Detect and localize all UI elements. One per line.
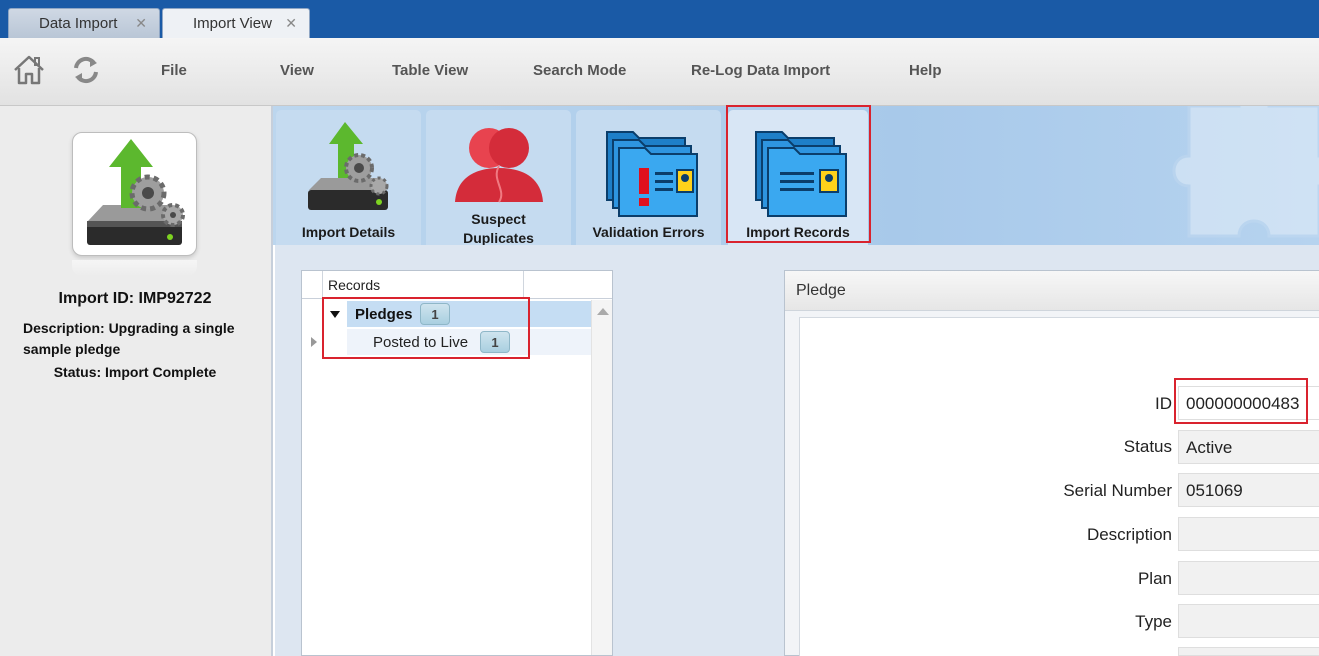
suspect-duplicates-label-line1: Suspect xyxy=(471,211,526,227)
menu-view[interactable]: View xyxy=(280,62,314,79)
field-label-id: ID xyxy=(1155,394,1172,413)
records-header: Records xyxy=(302,271,612,299)
field-label-type: Type xyxy=(1135,612,1172,631)
import-details-button[interactable]: Import Details xyxy=(276,110,421,245)
tab-data-import[interactable]: Data Import ✕ xyxy=(8,8,160,38)
refresh-icon[interactable] xyxy=(68,52,104,88)
records-tree: Records Pledges 1 Posted to Live 1 xyxy=(301,270,613,656)
tab-import-view[interactable]: Import View ✕ xyxy=(162,8,310,38)
import-info-panel: Import ID: IMP92722 Description: Upgradi… xyxy=(0,106,273,656)
pledge-panel-title: Pledge xyxy=(785,271,1319,311)
menu-re-log-data-import[interactable]: Re-Log Data Import xyxy=(691,62,830,79)
tree-row-pledges[interactable]: Pledges 1 xyxy=(347,301,591,327)
row-label: Pledges xyxy=(355,306,413,323)
field-label-status: Status xyxy=(1123,437,1172,456)
expand-arrow-icon[interactable] xyxy=(311,337,317,347)
records-column-header[interactable]: Records xyxy=(323,271,524,299)
close-icon[interactable]: ✕ xyxy=(135,15,147,32)
import-details-icon xyxy=(307,122,388,210)
validation-errors-label: Validation Errors xyxy=(592,224,705,240)
suspect-duplicates-button[interactable]: Suspect Duplicates xyxy=(426,110,571,245)
import-icon-tile xyxy=(72,132,197,256)
field-label-description: Description xyxy=(1086,525,1172,544)
close-icon[interactable]: ✕ xyxy=(285,15,297,32)
import-status: Status: Import Complete xyxy=(53,364,217,380)
import-records-button[interactable]: Import Records xyxy=(728,110,868,245)
home-icon[interactable] xyxy=(11,52,47,88)
validation-errors-icon xyxy=(605,131,698,217)
field-value-status[interactable]: Active xyxy=(1178,430,1319,464)
import-records-icon xyxy=(755,131,847,217)
import-id: Import ID: IMP92722 xyxy=(58,290,212,307)
field-value-serial-number[interactable]: 051069 xyxy=(1178,473,1319,507)
ribbon-bar: Import Details Suspect Duplicates Valida… xyxy=(273,106,1319,245)
collapse-arrow-icon[interactable] xyxy=(330,311,340,318)
field-value-plan[interactable] xyxy=(1178,561,1319,595)
import-description: Description: Upgrading a single sample p… xyxy=(23,320,235,357)
main-toolbar: File View Table View Search Mode Re-Log … xyxy=(0,38,1319,106)
field-label-plan: Plan xyxy=(1137,569,1172,588)
field-value-next[interactable] xyxy=(1178,647,1319,656)
row-label: Posted to Live xyxy=(373,334,469,351)
suspect-duplicates-icon xyxy=(454,128,543,203)
count-badge: 1 xyxy=(480,331,510,353)
field-label-serial-number: Serial Number xyxy=(1063,481,1172,500)
tab-label: Data Import xyxy=(39,15,118,32)
tree-row-posted-to-live[interactable]: Posted to Live 1 xyxy=(347,329,591,355)
field-value-type[interactable] xyxy=(1178,604,1319,638)
field-value-description[interactable] xyxy=(1178,517,1319,551)
menu-help[interactable]: Help xyxy=(909,62,942,79)
menu-file[interactable]: File xyxy=(161,62,187,79)
validation-errors-button[interactable]: Validation Errors xyxy=(576,110,721,245)
vertical-scrollbar[interactable] xyxy=(591,300,612,655)
tab-label: Import View xyxy=(193,15,272,32)
suspect-duplicates-label-line2: Duplicates xyxy=(463,230,534,245)
import-upload-icon xyxy=(87,139,185,245)
icon-reflection xyxy=(72,260,197,276)
menu-search-mode[interactable]: Search Mode xyxy=(533,62,626,79)
import-records-label: Import Records xyxy=(746,224,850,240)
puzzle-watermark-icon xyxy=(1172,106,1319,238)
field-value-id[interactable]: 000000000483 xyxy=(1178,386,1319,420)
menu-table-view[interactable]: Table View xyxy=(392,62,468,79)
count-badge: 1 xyxy=(420,303,450,325)
scroll-up-icon[interactable] xyxy=(597,308,609,315)
import-details-label: Import Details xyxy=(301,224,396,240)
document-tab-bar: Data Import ✕ Import View ✕ xyxy=(0,0,1319,38)
header-spacer xyxy=(302,271,323,299)
